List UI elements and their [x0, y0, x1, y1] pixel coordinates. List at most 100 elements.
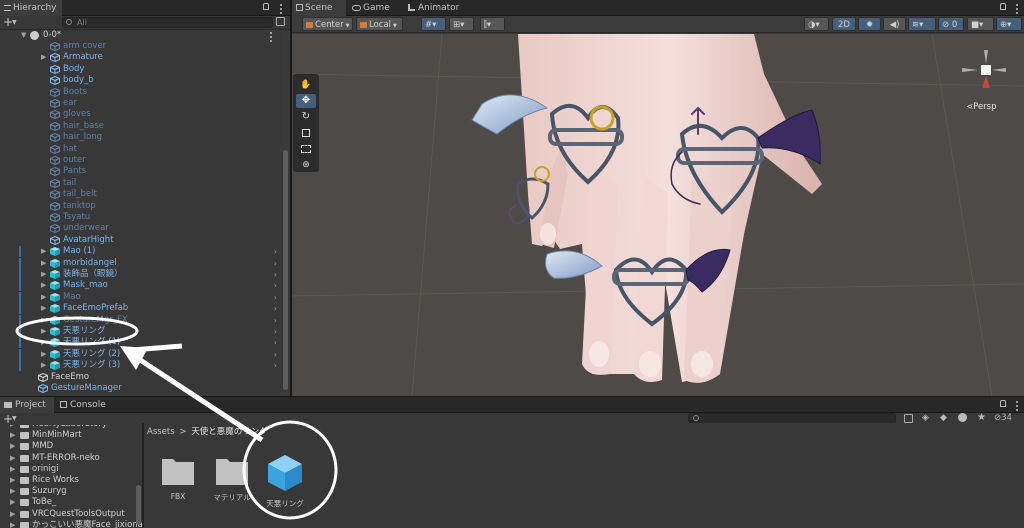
chevron-right-icon[interactable]: › — [274, 337, 277, 348]
pivot-center-dropdown[interactable]: Center ▼ — [302, 17, 353, 31]
hierarchy-row[interactable]: ▶ 天悪リング (3) › — [0, 360, 281, 372]
expand-arrow-icon[interactable]: ▶ — [41, 303, 49, 314]
hierarchy-row[interactable]: ▶ 天悪リング (2) › — [0, 348, 281, 360]
visibility-count[interactable]: ⊘34 — [994, 413, 1012, 423]
expand-arrow-icon[interactable]: ▶ — [41, 280, 49, 291]
hierarchy-row[interactable]: hair_base — [0, 121, 281, 132]
chevron-right-icon[interactable]: › — [274, 292, 277, 303]
expand-arrow-icon[interactable]: ▶ — [41, 269, 49, 280]
project-tree-item[interactable]: ▶ かっこいい悪魔Face_jixiona — [0, 520, 142, 528]
hierarchy-row[interactable]: ▶ morbidangel › — [0, 257, 281, 269]
filter-icon[interactable]: ◈ — [922, 413, 929, 423]
label-icon[interactable]: ◆ — [940, 413, 947, 423]
hierarchy-row[interactable]: outer — [0, 155, 281, 166]
hierarchy-row[interactable]: ▶ 天悪リング (1) › — [0, 337, 281, 349]
chevron-right-icon[interactable]: › — [274, 280, 277, 291]
project-tree-item[interactable]: ▶ Rice Works — [0, 475, 134, 486]
chevron-down-icon[interactable]: ▼ — [12, 16, 17, 30]
align-button[interactable]: ⫿▾ — [480, 17, 505, 31]
gizmos-dropdown[interactable]: ⊕▾ — [996, 17, 1022, 31]
rect-tool-button[interactable] — [296, 142, 316, 156]
hidden-objects-toggle[interactable]: ⊘ 0 — [938, 17, 964, 31]
hierarchy-row[interactable]: tail_belt — [0, 189, 281, 200]
hierarchy-row[interactable]: ear — [0, 98, 281, 109]
project-menu-icon[interactable] — [1016, 401, 1019, 413]
hierarchy-row[interactable]: Boots — [0, 87, 281, 98]
hierarchy-row[interactable]: FaceEmo — [0, 372, 281, 383]
hierarchy-scrollbar[interactable] — [281, 30, 290, 396]
lock-icon[interactable] — [1000, 3, 1006, 10]
tab-animator[interactable]: Animator — [404, 0, 470, 16]
breadcrumb-folder[interactable]: 天使と悪魔のリング — [191, 427, 268, 437]
expand-arrow-icon[interactable]: ▶ — [41, 246, 49, 257]
project-tree-item[interactable]: ▶ MT-ERROR-neko — [0, 453, 134, 464]
expand-arrow-icon[interactable]: ▶ — [10, 486, 15, 497]
search-by-type-icon[interactable] — [904, 414, 913, 423]
lighting-toggle[interactable]: ✹ — [858, 17, 881, 31]
snap-increment-button[interactable]: ⊞▾ — [449, 17, 474, 31]
hierarchy-search-input[interactable]: All — [62, 17, 273, 28]
hierarchy-row[interactable]: ▶ Mask_mao › — [0, 280, 281, 292]
lock-icon[interactable] — [1000, 400, 1006, 407]
scale-tool-button[interactable] — [296, 126, 316, 140]
tab-scene[interactable]: Scene — [292, 0, 346, 16]
tab-hierarchy[interactable]: Hierarchy — [0, 0, 62, 16]
pivot-local-dropdown[interactable]: Local ▼ — [356, 17, 403, 31]
hierarchy-menu-icon[interactable] — [280, 4, 283, 16]
toggle-2d-button[interactable]: 2D — [832, 17, 856, 31]
chevron-right-icon[interactable]: › — [274, 360, 277, 371]
project-tree-scrollbar[interactable] — [136, 485, 141, 525]
scene-root-row[interactable]: ▼ 0-0* — [0, 30, 281, 42]
gizmo-x-neg-axis[interactable] — [962, 68, 978, 72]
hierarchy-row[interactable]: gloves — [0, 109, 281, 120]
hierarchy-row[interactable]: hair_long — [0, 132, 281, 143]
expand-arrow-icon[interactable]: ▶ — [10, 441, 15, 452]
chevron-right-icon[interactable]: › — [274, 349, 277, 360]
gizmo-x-axis[interactable] — [992, 68, 1006, 72]
asset-prefab-ring[interactable]: 天悪リング — [257, 453, 313, 509]
rotate-tool-button[interactable]: ↻ — [296, 110, 316, 124]
expand-arrow-icon[interactable]: ▶ — [41, 52, 49, 63]
expand-arrow-icon[interactable]: ▶ — [41, 258, 49, 269]
hierarchy-row[interactable]: hat — [0, 144, 281, 155]
camera-dropdown[interactable]: ■▾ — [967, 17, 994, 31]
project-tree-item[interactable]: ▶ orinigi — [0, 464, 134, 475]
persp-label[interactable]: ⋖Persp — [966, 102, 997, 112]
favorite-icon[interactable]: ★ — [977, 412, 986, 423]
hierarchy-row[interactable]: underwear — [0, 223, 281, 234]
hierarchy-row[interactable]: Body — [0, 64, 281, 75]
hierarchy-row[interactable]: GestureManager — [0, 383, 281, 394]
chevron-right-icon[interactable]: › — [274, 269, 277, 280]
draw-mode-dropdown[interactable]: ◑▾ — [804, 17, 829, 31]
chevron-down-icon[interactable]: ▼ — [12, 415, 17, 422]
expand-arrow-icon[interactable]: ▶ — [10, 453, 15, 464]
project-tree-item[interactable]: ▶ Suzuryg — [0, 486, 134, 497]
expand-arrow-icon[interactable]: ▶ — [10, 430, 15, 441]
lock-icon[interactable] — [263, 3, 269, 10]
tab-console[interactable]: Console — [56, 397, 110, 413]
hierarchy-row[interactable]: Pants — [0, 166, 281, 177]
expand-arrow-icon[interactable]: ▶ — [10, 464, 15, 475]
hierarchy-row[interactable]: ▶ 装飾品（眼鏡） › — [0, 269, 281, 280]
chevron-right-icon[interactable]: › — [274, 315, 277, 326]
asset-folder-fbx[interactable]: FBX — [150, 453, 206, 501]
expand-arrow-icon[interactable]: ▶ — [10, 520, 15, 528]
hand-tool-button[interactable]: ✋ — [296, 78, 316, 92]
expand-arrow-icon[interactable]: ▶ — [41, 337, 49, 348]
hierarchy-row[interactable]: tanktop — [0, 201, 281, 212]
hierarchy-row[interactable]: ▶ Mao › — [0, 291, 281, 303]
hierarchy-row[interactable]: tail — [0, 178, 281, 189]
gizmo-y-axis[interactable] — [984, 50, 988, 64]
project-tree-item[interactable]: ▶ ToBe_ — [0, 497, 134, 508]
hierarchy-row[interactable]: ▶ FaceEmoPrefab › — [0, 303, 281, 315]
project-tree-item[interactable]: ▶ MMD — [0, 441, 134, 452]
hierarchy-row[interactable]: body_b — [0, 75, 281, 86]
hierarchy-row[interactable]: Tsyatu — [0, 212, 281, 223]
scene-viewport[interactable]: ✋ ✥ ↻ ⊛ ⋖Persp — [292, 34, 1024, 396]
chevron-right-icon[interactable]: › — [274, 303, 277, 314]
hidden-packages-icon[interactable] — [958, 413, 967, 422]
move-tool-button[interactable]: ✥ — [296, 94, 316, 108]
scene-menu-icon[interactable] — [1016, 4, 1019, 16]
expand-arrow-icon[interactable]: ▶ — [10, 497, 15, 508]
expand-arrow-icon[interactable]: ▶ — [41, 360, 49, 371]
